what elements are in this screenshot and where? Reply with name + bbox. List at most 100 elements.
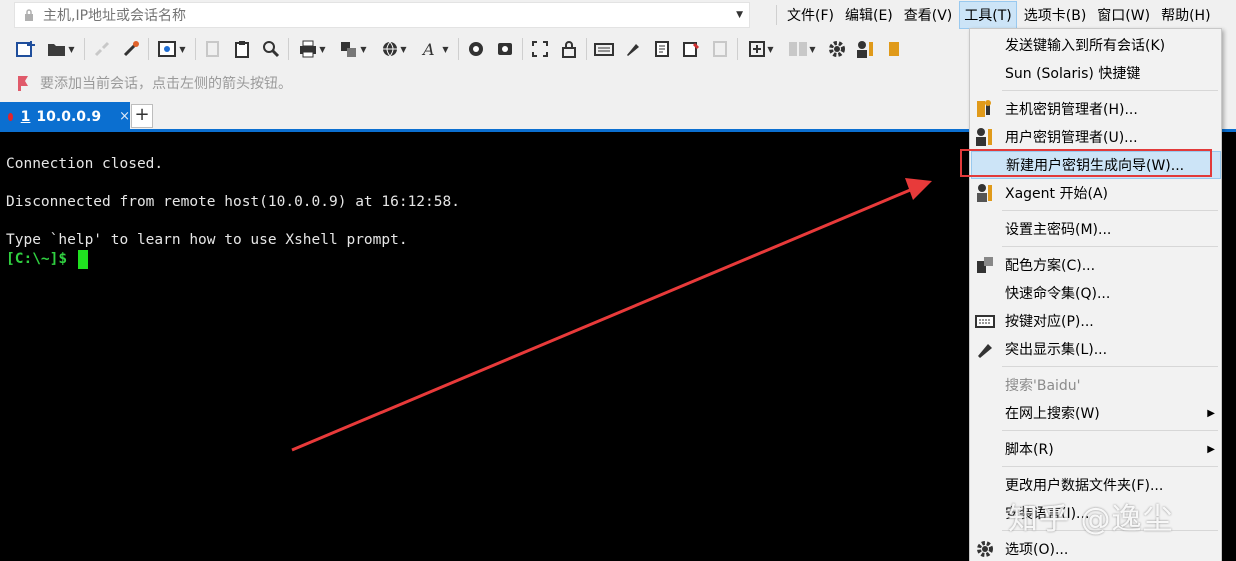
transfer-button[interactable]: ▼ [335,37,371,61]
properties-icon [158,41,177,57]
menu-item-user-key-manager[interactable]: 用户密钥管理者(U)... [971,123,1221,151]
hint-bar: 要添加当前会话，点击左侧的箭头按钮。 [14,70,292,96]
menu-item-label: 发送键输入到所有会话(K) [1005,38,1166,54]
toolbar-separator [586,38,587,60]
host-key-button[interactable] [883,37,907,61]
menu-item-search-web[interactable]: 在网上搜索(W) ▶ [971,399,1221,427]
menu-tools[interactable]: 工具(T) [959,1,1017,29]
menu-item-label: Xagent 开始(A) [1005,186,1108,202]
find-button[interactable] [259,37,283,61]
disconnect-button[interactable] [90,37,114,61]
watermark: 知乎 @逸尘 [1008,502,1174,537]
terminal-cursor [78,250,88,269]
address-input[interactable] [43,6,723,26]
menu-separator [1002,90,1218,91]
user-key-icon [857,41,873,58]
menu-item-label: 搜索'Baidu' [1005,378,1081,394]
gear-icon [974,539,996,559]
search-icon [263,41,280,58]
compose-button[interactable] [679,37,703,61]
layout-icon [789,42,808,56]
font-button[interactable]: A ▼ [417,37,453,61]
transfer-icon [341,42,357,57]
menu-item-label: Sun (Solaris) 快捷键 [1005,66,1141,82]
menu-item-label: 按键对应(P)... [1005,314,1094,330]
log-icon [713,41,727,57]
paste-icon [235,41,249,58]
menu-item-label: 更改用户数据文件夹(F)... [1005,478,1164,494]
svg-text:A: A [421,40,435,58]
paste-button[interactable] [230,37,254,61]
bookmark-flag-icon[interactable] [14,74,32,92]
menu-item-set-master-password[interactable]: 设置主密码(M)... [971,215,1221,243]
menu-view[interactable]: 查看(V) [900,2,957,28]
host-key-icon [889,42,899,56]
menu-item-label: 脚本(R) [1005,442,1054,458]
xftp-button[interactable] [464,37,488,61]
menu-item-options[interactable]: 选项(O)... [971,535,1221,561]
layout-button[interactable]: ▼ [784,37,820,61]
properties-button[interactable]: ▼ [154,37,190,61]
globe-button[interactable]: ▼ [376,37,412,61]
menu-item-highlight-sets[interactable]: 突出显示集(L)... [971,335,1221,363]
menu-item-label: 快速命令集(Q)... [1005,286,1111,302]
add-tab-button[interactable]: + [131,104,153,128]
open-button[interactable]: ▼ [43,37,79,61]
submenu-arrow-icon: ▶ [1207,407,1215,419]
tab-host: 10.0.0.9 [36,108,102,125]
menu-item-xagent-start[interactable]: Xagent 开始(A) [971,179,1221,207]
highlighter-icon [627,44,639,56]
connect-icon [123,41,139,57]
host-key-icon [974,99,996,119]
keyboard-button[interactable] [592,37,616,61]
toolbar-separator [84,38,85,60]
copy-button[interactable] [201,37,225,61]
menu-item-key-mapping[interactable]: 按键对应(P)... [971,307,1221,335]
menu-separator [1002,210,1218,211]
print-button[interactable]: ▼ [294,37,330,61]
plug-icon [94,41,110,57]
script-icon [655,41,669,57]
xagent-button[interactable] [493,37,517,61]
menu-item-quick-commands[interactable]: 快速命令集(Q)... [971,279,1221,307]
menu-file[interactable]: 文件(F) [783,2,838,28]
new-tab-group-button[interactable]: ▼ [743,37,779,61]
menu-item-host-key-manager[interactable]: 主机密钥管理者(H)... [971,95,1221,123]
highlight-button[interactable] [621,37,645,61]
menu-item-script[interactable]: 脚本(R) ▶ [971,435,1221,463]
menu-help[interactable]: 帮助(H) [1157,2,1214,28]
user-key-button[interactable] [854,37,878,61]
xftp-icon [469,42,483,56]
lock-icon [25,9,33,21]
tab-number: 1 [20,108,31,125]
script-button[interactable] [650,37,674,61]
log-button[interactable] [708,37,732,61]
menu-window[interactable]: 窗口(W) [1093,2,1154,28]
fullscreen-button[interactable] [528,37,552,61]
menu-item-send-key-input[interactable]: 发送键输入到所有会话(K) [971,31,1221,59]
highlight-box [960,149,1212,177]
menu-item-sun-solaris[interactable]: Sun (Solaris) 快捷键 [971,59,1221,87]
options-button[interactable] [825,37,849,61]
chevron-down-icon[interactable]: ▼ [736,10,743,20]
menu-tabs[interactable]: 选项卡(B) [1020,2,1091,28]
terminal-line: Connection closed. [6,156,164,172]
font-icon: A [421,40,435,58]
copy-icon [206,41,219,57]
menu-separator [1002,430,1218,431]
toolbar-separator [458,38,459,60]
connect-button[interactable] [119,37,143,61]
close-icon[interactable]: × [119,109,130,124]
session-tab[interactable]: 1 10.0.0.9 × [0,102,130,131]
menu-edit[interactable]: 编辑(E) [841,2,897,28]
lock-button[interactable] [557,37,581,61]
menu-item-search-baidu: 搜索'Baidu' [971,371,1221,399]
new-session-button[interactable] [14,37,38,61]
menu-separator [1002,246,1218,247]
add-box-icon [749,41,766,57]
new-session-icon [16,41,35,57]
menu-item-color-scheme[interactable]: 配色方案(C)... [971,251,1221,279]
address-bar[interactable]: ▼ [14,2,750,28]
toolbar-separator [522,38,523,60]
gear-icon [829,41,845,57]
